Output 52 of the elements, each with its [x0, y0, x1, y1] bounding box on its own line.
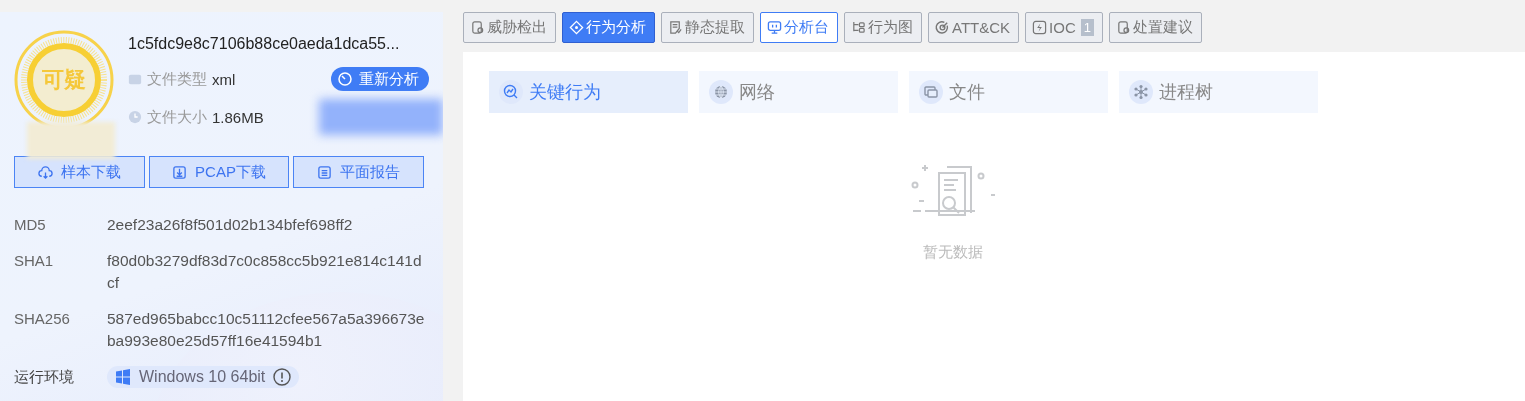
category-tab[interactable]: 关键行为 — [489, 71, 688, 113]
action-button[interactable]: 平面报告 — [293, 156, 424, 188]
hash-label: MD5 — [14, 215, 47, 235]
tree-icon — [851, 20, 866, 35]
download-icon — [172, 164, 188, 180]
file-size-label: 文件大小 — [147, 107, 207, 127]
reanalyze-button[interactable]: 重新分析 — [331, 67, 429, 91]
hash-label: SHA1 — [14, 251, 55, 271]
info-icon[interactable] — [273, 368, 292, 386]
action-button[interactable]: PCAP下载 — [149, 156, 289, 188]
tab[interactable]: ATT&CK — [928, 12, 1020, 43]
target-icon — [935, 20, 950, 35]
file-name: 1c5fdc9e8c7106b88ce0aeda1dca55... — [128, 35, 401, 54]
document-shield-icon — [470, 20, 485, 35]
file-size: 1.86MB — [212, 108, 264, 126]
hash-label: SHA256 — [14, 309, 71, 329]
action-button[interactable]: 样本下载 — [14, 156, 145, 188]
timer-icon — [337, 71, 353, 87]
monitor-icon — [767, 20, 782, 35]
hash-value: 587ed965babcc10c51112cfee567a5a396673eba993e80e25d57ff16e41594b1 — [107, 309, 425, 351]
chart-search-icon — [503, 84, 519, 100]
file-type-label: 文件类型 — [147, 69, 207, 89]
category-tab[interactable]: 文件 — [909, 71, 1108, 113]
nodes-icon — [1133, 84, 1149, 100]
tab[interactable]: 分析台 — [760, 12, 838, 43]
document-check-icon — [668, 20, 683, 35]
tab[interactable]: IOC 1 — [1025, 12, 1103, 43]
globe-icon — [713, 84, 729, 100]
cloud-download-icon — [38, 164, 53, 180]
tab[interactable]: 静态提取 — [661, 12, 754, 43]
tab[interactable]: 威胁检出 — [463, 12, 556, 43]
folder-icon — [128, 72, 142, 86]
document-icon — [317, 164, 332, 180]
tab[interactable]: 处置建议 — [1108, 12, 1202, 43]
folder-icon — [923, 84, 939, 100]
diamond-icon — [569, 20, 584, 35]
file-type: xml — [212, 70, 236, 88]
environment-label: 运行环境 — [14, 367, 75, 387]
category-tab[interactable]: 进程树 — [1119, 71, 1318, 113]
environment-value: Windows 10 64bit — [139, 368, 266, 386]
count-badge: 1 — [1080, 19, 1094, 36]
tab[interactable]: 行为分析 — [562, 12, 655, 43]
category-tab[interactable]: 网络 — [699, 71, 898, 113]
hash-value: 2eef23a26f8f501d02b134bfef698ff2 — [107, 215, 354, 235]
windows-icon — [115, 369, 131, 385]
hash-value: f80d0b3279df83d7c0c858cc5b921e814c141dcf — [107, 251, 423, 293]
verdict-label: 可疑 — [42, 66, 86, 94]
tab[interactable]: 行为图 — [844, 12, 922, 43]
document-shield-icon — [1115, 20, 1131, 35]
clock-icon — [128, 110, 142, 124]
empty-message: 暂无数据 — [923, 243, 983, 262]
lightning-icon — [1032, 20, 1048, 35]
